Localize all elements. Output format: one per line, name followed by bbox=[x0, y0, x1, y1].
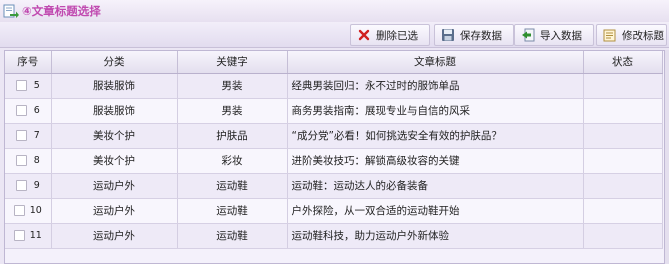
save-disk-icon bbox=[441, 28, 455, 42]
title-cell: “成分党”必看！如何挑选安全有效的护肤品？ bbox=[287, 123, 584, 149]
category-cell: 服装服饰 bbox=[51, 98, 178, 124]
row-index: 8 bbox=[33, 155, 40, 166]
row-checkbox[interactable] bbox=[15, 80, 27, 91]
window-titlebar: ④文章标题选择 bbox=[0, 0, 669, 22]
keyword-cell: 彩妆 bbox=[177, 148, 288, 174]
title-cell: 户外探险，从一双合适的运动鞋开始 bbox=[287, 198, 584, 224]
table-header-row: 序号 分类 关键字 文章标题 状态 bbox=[5, 51, 663, 74]
keyword-cell: 运动鞋 bbox=[177, 198, 288, 224]
keyword-cell: 运动鞋 bbox=[177, 173, 288, 199]
row-checkbox[interactable] bbox=[13, 205, 25, 216]
row-checkbox[interactable] bbox=[15, 130, 27, 141]
category-cell: 运动户外 bbox=[51, 173, 178, 199]
status-cell bbox=[583, 73, 663, 99]
table-row[interactable]: 10 运动户外 运动鞋 户外探险，从一双合适的运动鞋开始 bbox=[5, 198, 663, 224]
category-cell: 运动户外 bbox=[51, 198, 178, 224]
table-row[interactable]: 11 运动户外 运动鞋 运动鞋科技，助力运动户外新体验 bbox=[5, 223, 663, 249]
import-data-label: 导入数据 bbox=[540, 29, 582, 42]
keyword-cell: 护肤品 bbox=[177, 123, 288, 149]
article-title-grid: 序号 分类 关键字 文章标题 状态 5 服装服饰 男装 经典男装回归：永不过时的… bbox=[4, 50, 665, 264]
delete-selected-button[interactable]: 删除已选 bbox=[350, 24, 430, 46]
index-cell: 11 bbox=[5, 223, 52, 249]
table-row[interactable]: 5 服装服饰 男装 经典男装回归：永不过时的服饰单品 bbox=[5, 73, 663, 99]
keyword-cell: 运动鞋 bbox=[177, 223, 288, 249]
delete-selected-label: 删除已选 bbox=[376, 29, 418, 42]
keyword-cell: 男装 bbox=[177, 98, 288, 124]
keyword-cell: 男装 bbox=[177, 73, 288, 99]
status-cell bbox=[583, 173, 663, 199]
title-cell: 商务男装指南：展现专业与自信的风采 bbox=[287, 98, 584, 124]
index-cell: 10 bbox=[5, 198, 52, 224]
status-cell bbox=[583, 198, 663, 224]
article-table: 序号 分类 关键字 文章标题 状态 5 服装服饰 男装 经典男装回归：永不过时的… bbox=[5, 51, 663, 249]
index-cell: 8 bbox=[5, 148, 52, 174]
save-data-button[interactable]: 保存数据 bbox=[434, 24, 514, 46]
row-checkbox[interactable] bbox=[15, 180, 27, 191]
category-cell: 服装服饰 bbox=[51, 73, 178, 99]
category-cell: 运动户外 bbox=[51, 223, 178, 249]
edit-title-button[interactable]: 修改标题 bbox=[596, 24, 667, 46]
row-index: 9 bbox=[33, 180, 40, 191]
table-row[interactable]: 7 美妆个护 护肤品 “成分党”必看！如何挑选安全有效的护肤品？ bbox=[5, 123, 663, 149]
title-cell: 运动鞋科技，助力运动户外新体验 bbox=[287, 223, 584, 249]
edit-note-icon bbox=[603, 28, 617, 42]
index-cell: 5 bbox=[5, 73, 52, 99]
row-index: 10 bbox=[29, 205, 42, 216]
row-index: 11 bbox=[29, 230, 42, 241]
document-arrow-icon bbox=[3, 4, 19, 18]
title-cell: 进阶美妆技巧：解锁高级妆容的关键 bbox=[287, 148, 584, 174]
save-data-label: 保存数据 bbox=[460, 29, 502, 42]
status-cell bbox=[583, 98, 663, 124]
table-row[interactable]: 9 运动户外 运动鞋 运动鞋：运动达人的必备装备 bbox=[5, 173, 663, 199]
row-index: 6 bbox=[33, 105, 40, 116]
column-header-status[interactable]: 状态 bbox=[583, 51, 663, 74]
title-cell: 运动鞋：运动达人的必备装备 bbox=[287, 173, 584, 199]
category-cell: 美妆个护 bbox=[51, 123, 178, 149]
row-checkbox[interactable] bbox=[15, 105, 27, 116]
index-cell: 9 bbox=[5, 173, 52, 199]
edit-title-label: 修改标题 bbox=[622, 29, 664, 42]
category-cell: 美妆个护 bbox=[51, 148, 178, 174]
window-title: ④文章标题选择 bbox=[22, 4, 101, 18]
table-row[interactable]: 6 服装服饰 男装 商务男装指南：展现专业与自信的风采 bbox=[5, 98, 663, 124]
index-cell: 6 bbox=[5, 98, 52, 124]
column-header-category[interactable]: 分类 bbox=[51, 51, 178, 74]
index-cell: 7 bbox=[5, 123, 52, 149]
vertical-scrollbar[interactable] bbox=[665, 50, 669, 264]
column-header-index[interactable]: 序号 bbox=[5, 51, 52, 74]
status-cell bbox=[583, 148, 663, 174]
import-data-button[interactable]: 导入数据 bbox=[514, 24, 594, 46]
column-header-title[interactable]: 文章标题 bbox=[287, 51, 584, 74]
status-cell bbox=[583, 223, 663, 249]
column-header-keyword[interactable]: 关键字 bbox=[177, 51, 288, 74]
toolbar: 删除已选 保存数据 导入数据 修改标题 bbox=[0, 22, 669, 48]
table-row[interactable]: 8 美妆个护 彩妆 进阶美妆技巧：解锁高级妆容的关键 bbox=[5, 148, 663, 174]
row-checkbox[interactable] bbox=[15, 155, 27, 166]
status-cell bbox=[583, 123, 663, 149]
row-index: 5 bbox=[33, 80, 40, 91]
row-index: 7 bbox=[33, 130, 40, 141]
delete-x-icon bbox=[357, 28, 371, 42]
row-checkbox[interactable] bbox=[13, 230, 25, 241]
title-cell: 经典男装回归：永不过时的服饰单品 bbox=[287, 73, 584, 99]
import-arrow-icon bbox=[521, 28, 535, 42]
